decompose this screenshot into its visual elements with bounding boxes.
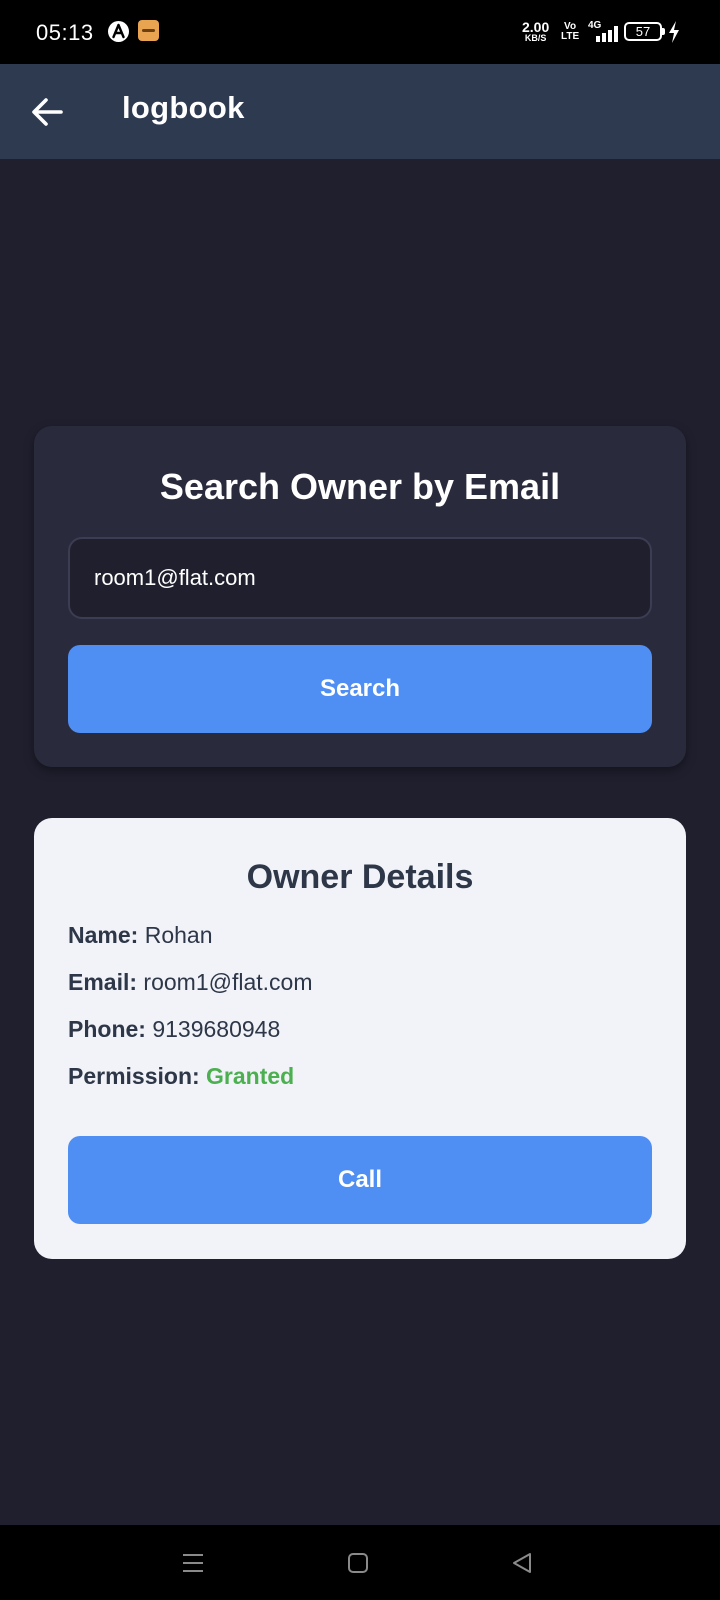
email-search-input[interactable] [68, 537, 652, 619]
status-time: 05:13 [36, 20, 94, 45]
status-bar: 05:13 2.00 KB/S Vo LTE 4G 57 [0, 0, 720, 64]
battery-level: 57 [635, 24, 651, 39]
network-speed: 2.00 KB/S [522, 20, 549, 43]
search-card: Search Owner by Email Search [34, 426, 686, 767]
owner-details-card: Owner Details Name: Rohan Email: room1@f… [34, 818, 686, 1259]
owner-name-value: Rohan [144, 922, 213, 948]
owner-name-row: Name: Rohan [68, 922, 212, 949]
arrow-left-icon [32, 98, 63, 126]
owner-phone-value: 9139680948 [152, 1016, 281, 1042]
owner-phone-label: Phone: [68, 1016, 146, 1042]
menu-icon [183, 1554, 203, 1572]
app-bar: logbook [0, 64, 720, 159]
volte-bottom: LTE [561, 31, 580, 42]
system-nav-bar [0, 1525, 720, 1600]
owner-details-title: Owner Details [246, 858, 474, 896]
owner-email-value: room1@flat.com [143, 969, 313, 995]
app-title: logbook [122, 90, 245, 125]
notification-app-icon [108, 21, 129, 42]
network-speed-value: 2.00 [522, 19, 550, 35]
signal-icon [596, 26, 618, 42]
owner-email-row: Email: room1@flat.com [68, 969, 313, 996]
owner-permission-status: Granted [206, 1063, 295, 1089]
home-button[interactable] [344, 1549, 372, 1577]
owner-phone-row: Phone: 9139680948 [68, 1016, 280, 1043]
square-icon [348, 1553, 368, 1573]
search-title: Search Owner by Email [159, 466, 561, 507]
charging-icon [668, 21, 680, 48]
volte-indicator: Vo LTE [561, 22, 579, 42]
owner-email-label: Email: [68, 969, 138, 995]
triangle-back-icon [513, 1553, 531, 1573]
owner-permission-label: Permission: [68, 1063, 200, 1089]
back-nav-button[interactable] [508, 1549, 536, 1577]
call-button[interactable]: Call [68, 1136, 652, 1224]
battery-icon: 57 [624, 22, 665, 41]
recent-apps-button[interactable] [179, 1549, 207, 1577]
network-speed-unit: KB/S [524, 33, 547, 43]
owner-permission-row: Permission: Granted [68, 1063, 294, 1090]
owner-name-label: Name: [68, 922, 139, 948]
notification-package-icon [138, 20, 159, 41]
search-button[interactable]: Search [68, 645, 652, 733]
back-button[interactable] [28, 94, 68, 130]
